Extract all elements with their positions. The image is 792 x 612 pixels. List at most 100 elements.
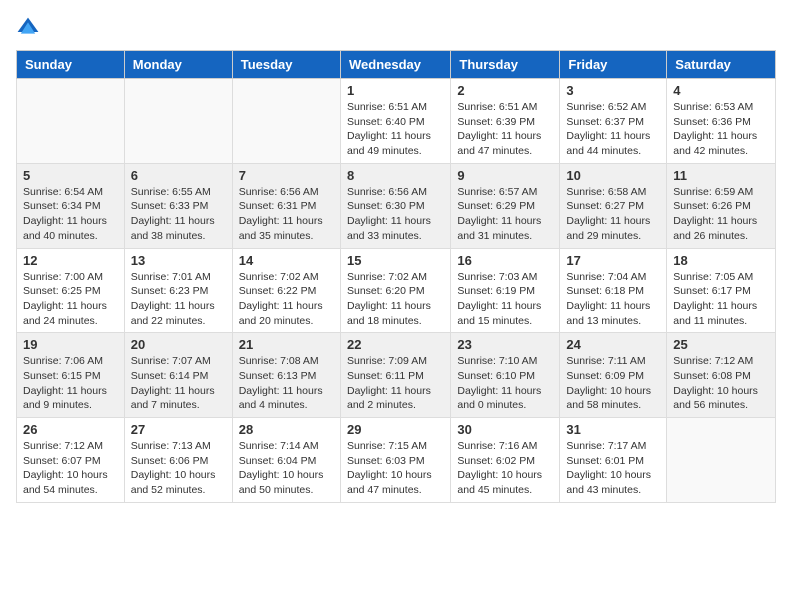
calendar-day-cell: 4 Sunrise: 6:53 AM Sunset: 6:36 PM Daylig… — [667, 79, 776, 164]
day-number: 22 — [347, 337, 444, 352]
day-of-week-header: Sunday — [17, 51, 125, 79]
calendar-day-cell: 21Sunrise: 7:08 AM Sunset: 6:13 PM Dayli… — [232, 333, 340, 418]
calendar-day-cell: 31 Sunrise: 7:17 AM Sunset: 6:01 PM Dayli… — [560, 418, 667, 503]
day-info: Sunrise: 6:54 AM Sunset: 6:34 PM Dayligh… — [23, 185, 118, 244]
day-info: Sunrise: 6:53 AM Sunset: 6:36 PM Dayligh… — [673, 100, 769, 159]
day-number: 21 — [239, 337, 334, 352]
day-of-week-header: Thursday — [451, 51, 560, 79]
calendar-table: SundayMondayTuesdayWednesdayThursdayFrid… — [16, 50, 776, 503]
calendar-day-cell: 5 Sunrise: 6:54 AM Sunset: 6:34 PM Daylig… — [17, 163, 125, 248]
day-of-week-header: Wednesday — [340, 51, 450, 79]
logo-icon — [16, 16, 40, 40]
day-number: 12 — [23, 253, 118, 268]
day-number: 14 — [239, 253, 334, 268]
day-number: 16 — [457, 253, 553, 268]
day-number: 17 — [566, 253, 660, 268]
day-number: 25 — [673, 337, 769, 352]
day-info: Sunrise: 7:06 AM Sunset: 6:15 PM Dayligh… — [23, 354, 118, 413]
day-number: 2 — [457, 83, 553, 98]
day-info: Sunrise: 7:12 AM Sunset: 6:08 PM Dayligh… — [673, 354, 769, 413]
day-info: Sunrise: 6:56 AM Sunset: 6:30 PM Dayligh… — [347, 185, 444, 244]
calendar-day-cell — [124, 79, 232, 164]
day-number: 9 — [457, 168, 553, 183]
day-number: 18 — [673, 253, 769, 268]
day-number: 7 — [239, 168, 334, 183]
calendar-day-cell: 15 Sunrise: 7:02 AM Sunset: 6:20 PM Dayli… — [340, 248, 450, 333]
day-number: 5 — [23, 168, 118, 183]
day-info: Sunrise: 7:13 AM Sunset: 6:06 PM Dayligh… — [131, 439, 226, 498]
calendar-day-cell: 25 Sunrise: 7:12 AM Sunset: 6:08 PM Dayli… — [667, 333, 776, 418]
day-info: Sunrise: 7:17 AM Sunset: 6:01 PM Dayligh… — [566, 439, 660, 498]
calendar-day-cell: 14 Sunrise: 7:02 AM Sunset: 6:22 PM Dayli… — [232, 248, 340, 333]
day-number: 20 — [131, 337, 226, 352]
calendar-day-cell: 6 Sunrise: 6:55 AM Sunset: 6:33 PM Daylig… — [124, 163, 232, 248]
day-number: 15 — [347, 253, 444, 268]
day-info: Sunrise: 6:52 AM Sunset: 6:37 PM Dayligh… — [566, 100, 660, 159]
day-info: Sunrise: 7:02 AM Sunset: 6:22 PM Dayligh… — [239, 270, 334, 329]
calendar-week-row: 1Sunrise: 6:51 AM Sunset: 6:40 PM Daylig… — [17, 79, 776, 164]
day-info: Sunrise: 7:02 AM Sunset: 6:20 PM Dayligh… — [347, 270, 444, 329]
day-number: 8 — [347, 168, 444, 183]
day-info: Sunrise: 7:16 AM Sunset: 6:02 PM Dayligh… — [457, 439, 553, 498]
day-number: 13 — [131, 253, 226, 268]
day-info: Sunrise: 6:57 AM Sunset: 6:29 PM Dayligh… — [457, 185, 553, 244]
day-number: 3 — [566, 83, 660, 98]
calendar-day-cell: 11 Sunrise: 6:59 AM Sunset: 6:26 PM Dayli… — [667, 163, 776, 248]
calendar-week-row: 26Sunrise: 7:12 AM Sunset: 6:07 PM Dayli… — [17, 418, 776, 503]
day-info: Sunrise: 7:07 AM Sunset: 6:14 PM Dayligh… — [131, 354, 226, 413]
day-number: 31 — [566, 422, 660, 437]
day-number: 4 — [673, 83, 769, 98]
day-of-week-header: Tuesday — [232, 51, 340, 79]
calendar-day-cell: 26Sunrise: 7:12 AM Sunset: 6:07 PM Dayli… — [17, 418, 125, 503]
day-number: 29 — [347, 422, 444, 437]
calendar-day-cell: 2 Sunrise: 6:51 AM Sunset: 6:39 PM Daylig… — [451, 79, 560, 164]
day-number: 30 — [457, 422, 553, 437]
calendar-header-row: SundayMondayTuesdayWednesdayThursdayFrid… — [17, 51, 776, 79]
calendar-day-cell: 22 Sunrise: 7:09 AM Sunset: 6:11 PM Dayli… — [340, 333, 450, 418]
day-number: 27 — [131, 422, 226, 437]
day-number: 6 — [131, 168, 226, 183]
day-info: Sunrise: 7:11 AM Sunset: 6:09 PM Dayligh… — [566, 354, 660, 413]
day-info: Sunrise: 6:51 AM Sunset: 6:39 PM Dayligh… — [457, 100, 553, 159]
day-number: 26 — [23, 422, 118, 437]
day-info: Sunrise: 6:51 AM Sunset: 6:40 PM Dayligh… — [347, 100, 444, 159]
day-info: Sunrise: 7:01 AM Sunset: 6:23 PM Dayligh… — [131, 270, 226, 329]
calendar-day-cell: 19 Sunrise: 7:06 AM Sunset: 6:15 PM Dayli… — [17, 333, 125, 418]
calendar-day-cell: 23Sunrise: 7:10 AM Sunset: 6:10 PM Dayli… — [451, 333, 560, 418]
day-info: Sunrise: 6:59 AM Sunset: 6:26 PM Dayligh… — [673, 185, 769, 244]
calendar-day-cell: 8 Sunrise: 6:56 AM Sunset: 6:30 PM Daylig… — [340, 163, 450, 248]
calendar-day-cell: 12Sunrise: 7:00 AM Sunset: 6:25 PM Dayli… — [17, 248, 125, 333]
calendar-day-cell: 27 Sunrise: 7:13 AM Sunset: 6:06 PM Dayli… — [124, 418, 232, 503]
calendar-day-cell: 10 Sunrise: 6:58 AM Sunset: 6:27 PM Dayli… — [560, 163, 667, 248]
calendar-day-cell: 3 Sunrise: 6:52 AM Sunset: 6:37 PM Daylig… — [560, 79, 667, 164]
day-of-week-header: Friday — [560, 51, 667, 79]
calendar-day-cell — [232, 79, 340, 164]
day-number: 11 — [673, 168, 769, 183]
day-info: Sunrise: 7:05 AM Sunset: 6:17 PM Dayligh… — [673, 270, 769, 329]
calendar-day-cell: 13 Sunrise: 7:01 AM Sunset: 6:23 PM Dayli… — [124, 248, 232, 333]
calendar-day-cell: 24Sunrise: 7:11 AM Sunset: 6:09 PM Dayli… — [560, 333, 667, 418]
calendar-week-row: 5 Sunrise: 6:54 AM Sunset: 6:34 PM Daylig… — [17, 163, 776, 248]
calendar-day-cell: 7Sunrise: 6:56 AM Sunset: 6:31 PM Daylig… — [232, 163, 340, 248]
calendar-day-cell — [17, 79, 125, 164]
logo — [16, 16, 44, 40]
calendar-day-cell — [667, 418, 776, 503]
calendar-day-cell: 9 Sunrise: 6:57 AM Sunset: 6:29 PM Daylig… — [451, 163, 560, 248]
day-info: Sunrise: 6:58 AM Sunset: 6:27 PM Dayligh… — [566, 185, 660, 244]
calendar-day-cell: 30 Sunrise: 7:16 AM Sunset: 6:02 PM Dayli… — [451, 418, 560, 503]
calendar-day-cell: 18 Sunrise: 7:05 AM Sunset: 6:17 PM Dayli… — [667, 248, 776, 333]
day-number: 23 — [457, 337, 553, 352]
calendar-day-cell: 29Sunrise: 7:15 AM Sunset: 6:03 PM Dayli… — [340, 418, 450, 503]
calendar-day-cell: 20 Sunrise: 7:07 AM Sunset: 6:14 PM Dayli… — [124, 333, 232, 418]
day-info: Sunrise: 7:04 AM Sunset: 6:18 PM Dayligh… — [566, 270, 660, 329]
day-info: Sunrise: 7:09 AM Sunset: 6:11 PM Dayligh… — [347, 354, 444, 413]
calendar-day-cell: 28 Sunrise: 7:14 AM Sunset: 6:04 PM Dayli… — [232, 418, 340, 503]
day-of-week-header: Saturday — [667, 51, 776, 79]
day-number: 19 — [23, 337, 118, 352]
page-header — [16, 16, 776, 40]
day-info: Sunrise: 6:55 AM Sunset: 6:33 PM Dayligh… — [131, 185, 226, 244]
calendar-week-row: 19 Sunrise: 7:06 AM Sunset: 6:15 PM Dayli… — [17, 333, 776, 418]
day-number: 28 — [239, 422, 334, 437]
day-info: Sunrise: 7:14 AM Sunset: 6:04 PM Dayligh… — [239, 439, 334, 498]
day-number: 10 — [566, 168, 660, 183]
